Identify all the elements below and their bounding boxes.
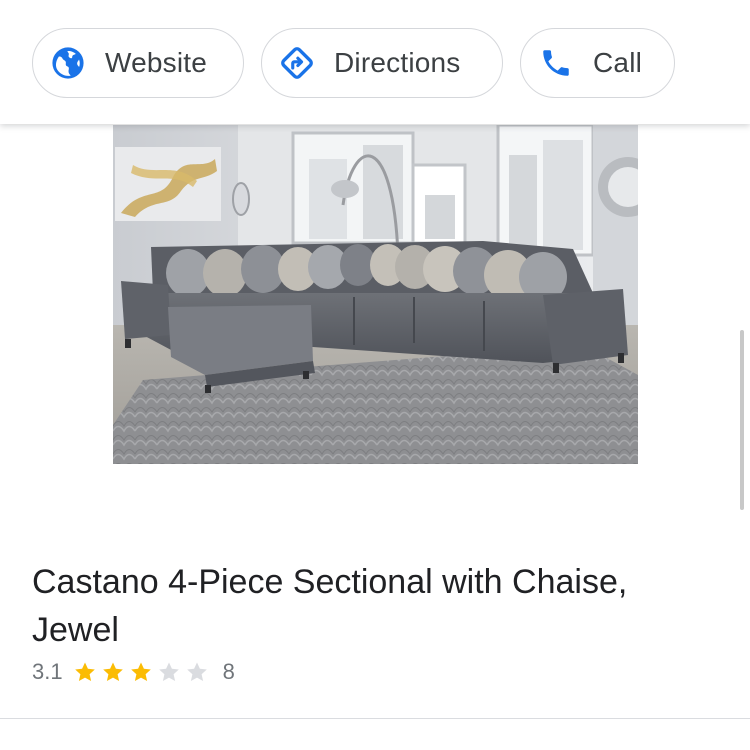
divider: [0, 718, 750, 719]
star-filled-icon: [102, 662, 123, 681]
directions-icon: [280, 46, 314, 80]
website-button[interactable]: Website: [32, 28, 244, 98]
rating-value: 3.1: [32, 659, 63, 684]
phone-icon: [539, 46, 573, 80]
globe-icon: [51, 46, 85, 80]
star-empty-icon: [186, 662, 207, 681]
directions-label: Directions: [334, 47, 461, 78]
star-filled-icon: [130, 662, 151, 681]
star-empty-icon: [158, 662, 179, 681]
star-filled-icon: [74, 662, 95, 681]
review-count[interactable]: 8: [223, 659, 235, 685]
star-rating: [73, 660, 213, 684]
call-button[interactable]: Call: [520, 28, 675, 98]
product-image[interactable]: [113, 125, 638, 464]
rating-row[interactable]: 3.1 8: [32, 656, 235, 688]
action-bar: Website Directions Call: [0, 0, 750, 124]
product-title[interactable]: Castano 4-Piece Sectional with Chaise, J…: [32, 558, 722, 654]
call-label: Call: [593, 47, 643, 78]
website-label: Website: [105, 47, 208, 78]
directions-button[interactable]: Directions: [261, 28, 503, 98]
scrollbar-thumb[interactable]: [740, 330, 744, 510]
